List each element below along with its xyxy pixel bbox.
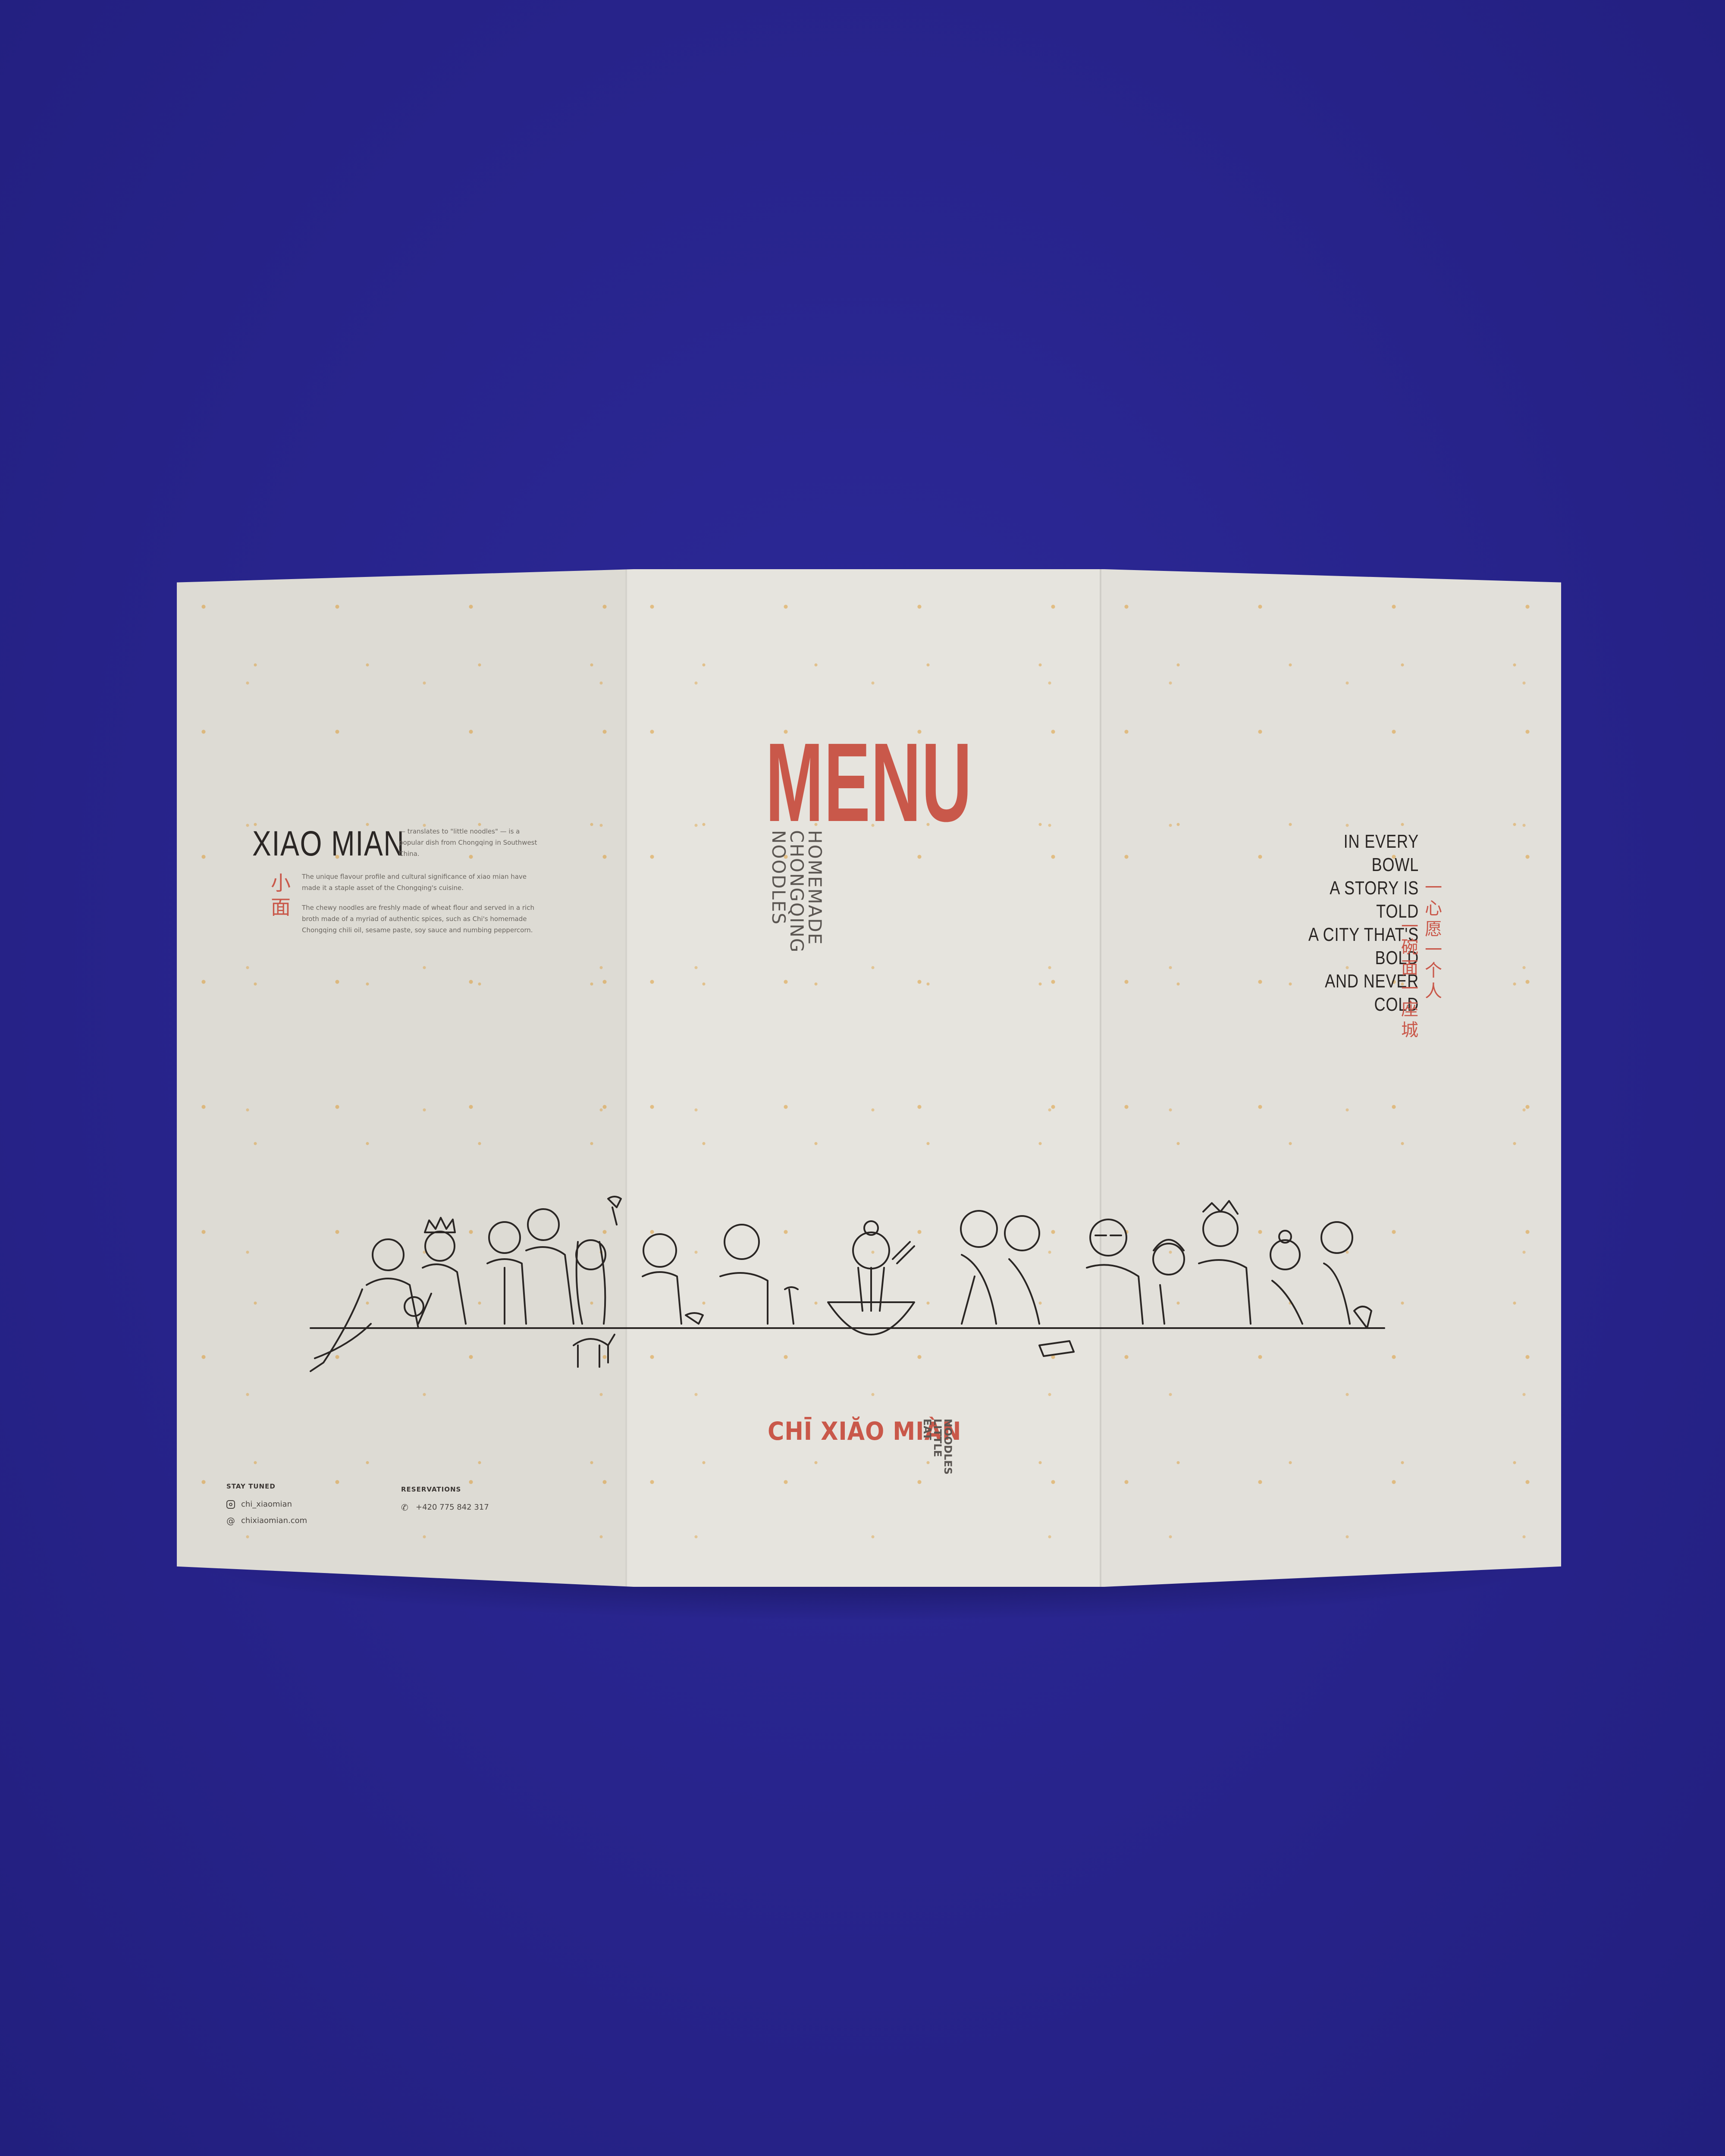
website-line[interactable]: @ chixiaomian.com bbox=[226, 1516, 307, 1525]
menu-subtitle: HOMEMADE CHONGQING NOODLES bbox=[768, 830, 825, 1003]
instagram-icon bbox=[226, 1500, 235, 1509]
menu-subtitle-line: NOODLES bbox=[768, 830, 789, 925]
menu-subtitle-line: CHONGQING bbox=[786, 830, 807, 953]
poem-line: IN EVERY BOWL bbox=[1343, 831, 1419, 875]
website-url: chixiaomian.com bbox=[241, 1516, 307, 1525]
brand-tagline-line: NOODLES bbox=[942, 1419, 954, 1475]
fold-line-right bbox=[1100, 569, 1101, 1587]
xiao-mian-title: XIAO MIAN bbox=[252, 824, 405, 863]
xiao-mian-intro: — translates to "little noodles" — is a … bbox=[399, 827, 537, 858]
left-panel bbox=[177, 569, 625, 1587]
brand-tagline-line: EAT bbox=[921, 1419, 933, 1440]
chinese-verse-1: 一心愿一个人 bbox=[1425, 878, 1442, 1001]
phone-number: +420 775 842 317 bbox=[416, 1503, 489, 1512]
fold-line-left bbox=[625, 569, 627, 1587]
reservations-label: RESERVATIONS bbox=[401, 1485, 461, 1493]
menu-subtitle-line: HOMEMADE bbox=[804, 830, 825, 946]
brand-tagline-line: LITTLE bbox=[932, 1419, 944, 1457]
phone-icon: ✆ bbox=[401, 1502, 408, 1513]
diners-illustration bbox=[310, 1196, 1385, 1372]
instagram-line[interactable]: chi_xiaomian bbox=[226, 1500, 292, 1509]
phone-line[interactable]: ✆ +420 775 842 317 bbox=[401, 1503, 489, 1512]
instagram-handle: chi_xiaomian bbox=[241, 1500, 292, 1509]
menu-title: MENU bbox=[765, 720, 972, 845]
stay-tuned-label: STAY TUNED bbox=[226, 1482, 276, 1490]
xiao-mian-paragraph-2: The chewy noodles are freshly made of wh… bbox=[302, 904, 534, 934]
brand-tagline: NOODLES LITTLE EAT bbox=[921, 1419, 954, 1488]
xiao-mian-hanzi: 小面 bbox=[271, 871, 291, 919]
chinese-verse-2: 一碗面一座城 bbox=[1401, 917, 1418, 1040]
xiao-mian-paragraph-1: The unique flavour profile and cultural … bbox=[302, 873, 527, 892]
globe-icon: @ bbox=[226, 1515, 235, 1526]
right-panel bbox=[1100, 569, 1561, 1587]
